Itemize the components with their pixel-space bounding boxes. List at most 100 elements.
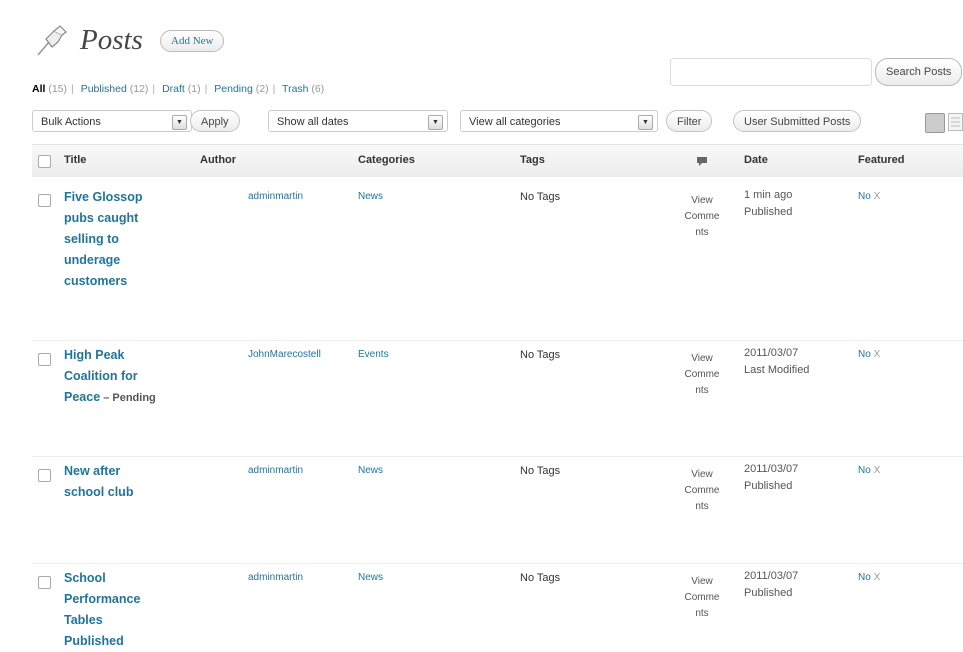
- filter-button[interactable]: Filter: [666, 110, 713, 132]
- user-submitted-posts-button[interactable]: User Submitted Posts: [733, 110, 862, 132]
- apply-button[interactable]: Apply: [190, 110, 240, 132]
- bulk-actions-select[interactable]: Bulk Actions ▼: [32, 110, 192, 132]
- dates-value: Show all dates: [277, 116, 349, 128]
- post-title-line: New after: [64, 464, 121, 478]
- date-cell: 1 min ago Published: [744, 187, 792, 221]
- category-link[interactable]: News: [358, 463, 383, 479]
- featured-toggle-icon[interactable]: X: [874, 191, 881, 202]
- filter-draft-link[interactable]: Draft: [162, 83, 185, 95]
- featured-toggle-icon[interactable]: X: [874, 465, 881, 476]
- row-checkbox[interactable]: [38, 576, 51, 589]
- date-cell: 2011/03/07 Published: [744, 461, 798, 495]
- view-comments-link[interactable]: View Comme nts: [682, 193, 722, 241]
- row-checkbox[interactable]: [38, 353, 51, 366]
- table-header: Title Author Categories Tags Date Featur…: [32, 144, 963, 178]
- filter-pending-count: (2): [255, 83, 269, 95]
- table-row: High Peak Coalition for Peace – Pending …: [32, 341, 963, 457]
- comments-line: View: [691, 576, 713, 587]
- author-link[interactable]: adminmartin: [248, 570, 303, 586]
- filter-trash-count: (6): [311, 83, 325, 95]
- post-title-line: School: [64, 571, 106, 585]
- date-cell: 2011/03/07 Last Modified: [744, 345, 809, 379]
- chevron-down-icon: ▼: [428, 115, 443, 130]
- page-title: Posts: [80, 24, 143, 56]
- featured-value: No: [858, 349, 871, 360]
- featured-value: No: [858, 572, 871, 583]
- tags-value: No Tags: [520, 465, 561, 477]
- comments-line: nts: [695, 227, 709, 238]
- filter-pending-link[interactable]: Pending: [214, 83, 253, 95]
- comments-line: nts: [695, 385, 709, 396]
- post-title-line: High Peak: [64, 348, 125, 362]
- post-title-line: Coalition for: [64, 369, 138, 383]
- post-state: – Pending: [100, 392, 156, 404]
- filter-published-link[interactable]: Published: [81, 83, 127, 95]
- categories-select[interactable]: View all categories ▼: [460, 110, 658, 132]
- tags-value: No Tags: [520, 191, 561, 203]
- featured-value: No: [858, 191, 871, 202]
- view-comments-link[interactable]: View Comme nts: [682, 351, 722, 399]
- post-title-link[interactable]: New after school club: [64, 461, 184, 503]
- column-tags: Tags: [520, 154, 545, 166]
- date-value: 1 min ago: [744, 189, 793, 201]
- column-author: Author: [200, 154, 237, 166]
- featured-value: No: [858, 465, 871, 476]
- column-title[interactable]: Title: [64, 154, 86, 166]
- author-link[interactable]: adminmartin: [248, 463, 303, 479]
- category-link[interactable]: News: [358, 570, 383, 586]
- featured-cell[interactable]: No X: [858, 570, 880, 586]
- select-all-checkbox[interactable]: [38, 155, 51, 168]
- filter-all-count: (15): [48, 83, 68, 95]
- filter-all-link[interactable]: All: [32, 83, 45, 95]
- author-link[interactable]: adminmartin: [248, 189, 303, 205]
- featured-toggle-icon[interactable]: X: [874, 349, 881, 360]
- date-status: Published: [744, 206, 793, 218]
- featured-cell[interactable]: No X: [858, 189, 880, 205]
- dates-select[interactable]: Show all dates ▼: [268, 110, 448, 132]
- comment-bubble-icon[interactable]: [696, 156, 708, 167]
- filter-trash-link[interactable]: Trash: [282, 83, 308, 95]
- add-new-button[interactable]: Add New: [160, 30, 225, 52]
- post-title-link[interactable]: High Peak Coalition for Peace – Pending: [64, 345, 194, 409]
- comments-line: Comme: [684, 211, 720, 222]
- featured-cell[interactable]: No X: [858, 463, 880, 479]
- comments-line: View: [691, 353, 713, 364]
- comments-line: View: [691, 195, 713, 206]
- excerpt-view-icon[interactable]: [948, 113, 963, 131]
- post-title-line: selling to: [64, 232, 119, 246]
- featured-cell[interactable]: No X: [858, 347, 880, 363]
- post-title-line: Tables: [64, 613, 103, 627]
- view-comments-link[interactable]: View Comme nts: [682, 467, 722, 515]
- filter-published-count: (12): [129, 83, 149, 95]
- author-link[interactable]: JohnMarecostell: [248, 347, 321, 363]
- column-categories: Categories: [358, 154, 415, 166]
- row-checkbox[interactable]: [38, 194, 51, 207]
- post-title-line: pubs caught: [64, 211, 139, 225]
- column-featured: Featured: [858, 154, 905, 166]
- category-link[interactable]: Events: [358, 347, 389, 363]
- table-row: Five Glossop pubs caught selling to unde…: [32, 177, 963, 341]
- comments-line: View: [691, 469, 713, 480]
- featured-toggle-icon[interactable]: X: [874, 572, 881, 583]
- comments-line: nts: [695, 501, 709, 512]
- post-title-text: Peace: [64, 390, 101, 404]
- list-view-icon[interactable]: [925, 113, 945, 133]
- search-posts-button[interactable]: Search Posts: [875, 58, 963, 86]
- view-comments-link[interactable]: View Comme nts: [682, 574, 722, 622]
- comments-line: Comme: [684, 369, 720, 380]
- date-status: Published: [744, 480, 793, 492]
- date-value: 2011/03/07: [744, 570, 799, 582]
- date-value: 2011/03/07: [744, 463, 799, 475]
- row-checkbox[interactable]: [38, 469, 51, 482]
- category-link[interactable]: News: [358, 189, 383, 205]
- comments-line: Comme: [684, 485, 720, 496]
- post-title-line: customers: [64, 274, 128, 288]
- search-input[interactable]: [670, 58, 872, 86]
- post-title-link[interactable]: Five Glossop pubs caught selling to unde…: [64, 187, 184, 292]
- column-date[interactable]: Date: [744, 154, 768, 166]
- filter-draft-count: (1): [187, 83, 201, 95]
- post-title-line: Performance: [64, 592, 141, 606]
- pushpin-icon: [37, 25, 67, 56]
- chevron-down-icon: ▼: [638, 115, 653, 130]
- post-title-link[interactable]: School Performance Tables Published: [64, 568, 184, 652]
